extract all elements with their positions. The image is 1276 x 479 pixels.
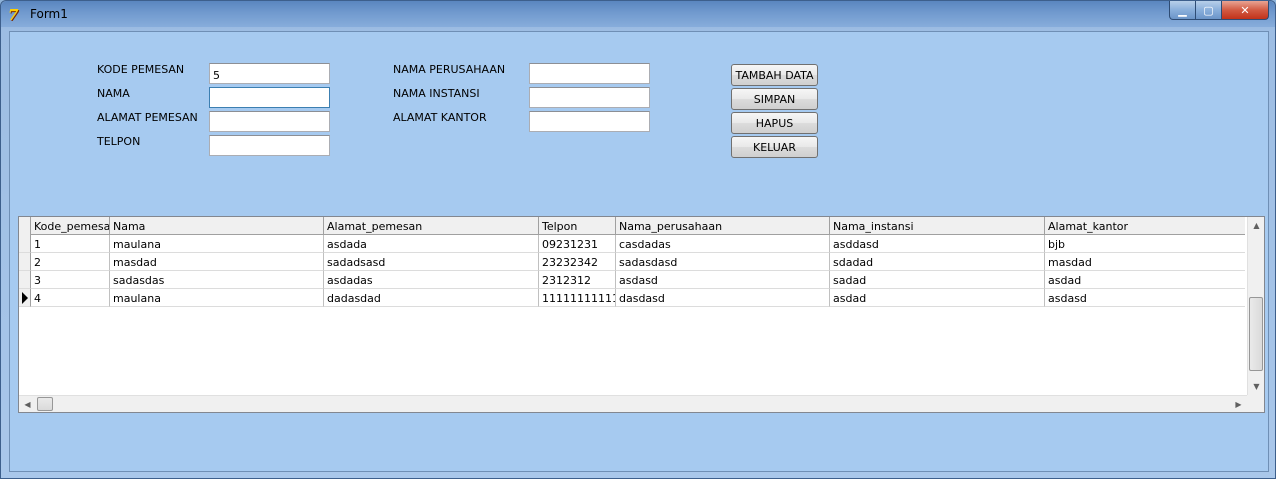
vertical-scroll-thumb[interactable] [1249,297,1263,371]
grid-cell[interactable]: maulana [110,289,324,307]
grid-cell[interactable]: casdadas [616,235,830,253]
maximize-button[interactable]: ▢ [1196,1,1222,20]
table-row-current[interactable]: 4 maulana dadasdad 111111111111 dasdasd … [19,289,1245,307]
row-indicator[interactable] [19,271,31,289]
label-kode-pemesan: KODE PEMESAN [97,63,185,76]
label-telpon: TELPON [97,135,141,148]
grid-cell[interactable]: maulana [110,235,324,253]
nama-instansi-input[interactable] [529,87,650,108]
row-indicator[interactable] [19,253,31,271]
scrollbar-corner [1247,395,1264,412]
form-client-area: KODE PEMESAN NAMA ALAMAT PEMESAN TELPON … [9,31,1269,472]
grid-cell[interactable]: dasdasd [616,289,830,307]
column-header[interactable]: Nama_instansi [830,217,1045,235]
grid-cell[interactable]: asdasd [616,271,830,289]
keluar-button[interactable]: KELUAR [731,136,818,158]
horizontal-scrollbar[interactable]: ◀ ▶ [19,395,1247,412]
tambah-data-button[interactable]: TAMBAH DATA [731,64,818,86]
nama-input[interactable] [209,87,330,108]
column-header[interactable]: Nama_perusahaan [616,217,830,235]
grid-cell[interactable]: asdad [1045,271,1245,289]
grid-cell[interactable]: asdasd [1045,289,1245,307]
scroll-right-icon[interactable]: ▶ [1230,396,1247,412]
grid-cell[interactable]: 23232342 [539,253,616,271]
table-row[interactable]: 3 sadasdas asdadas 2312312 asdasd sadad … [19,271,1245,289]
grid-cell[interactable]: 4 [31,289,110,307]
column-header[interactable]: Alamat_kantor [1045,217,1245,235]
label-nama: NAMA [97,87,130,100]
title-bar[interactable]: 7 Form1 ▁ ▢ ✕ [1,1,1275,27]
hapus-button[interactable]: HAPUS [731,112,818,134]
grid-cell[interactable]: sdadad [830,253,1045,271]
grid-cell[interactable]: asddasd [830,235,1045,253]
grid-cell[interactable]: dadasdad [324,289,539,307]
minimize-icon: ▁ [1178,3,1187,17]
table-row[interactable]: 2 masdad sadadsasd 23232342 sadasdasd sd… [19,253,1245,271]
grid-cell[interactable]: masdad [1045,253,1245,271]
alamat-kantor-input[interactable] [529,111,650,132]
column-header[interactable]: Nama [110,217,324,235]
window-controls: ▁ ▢ ✕ [1169,1,1269,20]
alamat-pemesan-input[interactable] [209,111,330,132]
scroll-down-icon[interactable]: ▼ [1248,378,1264,395]
maximize-icon: ▢ [1203,3,1214,17]
telpon-input[interactable] [209,135,330,156]
label-nama-perusahaan: NAMA PERUSAHAAN [393,63,506,76]
delphi-app-icon: 7 [8,6,19,24]
grid-cell[interactable]: asdada [324,235,539,253]
label-alamat-pemesan: ALAMAT PEMESAN [97,111,198,124]
grid-cell[interactable]: sadasdas [110,271,324,289]
row-indicator[interactable] [19,235,31,253]
simpan-button[interactable]: SIMPAN [731,88,818,110]
grid-cell[interactable]: sadasdasd [616,253,830,271]
window-title: Form1 [30,7,68,21]
current-row-pointer-icon [22,292,28,304]
row-indicator[interactable] [19,289,31,307]
grid-cell[interactable]: asdadas [324,271,539,289]
column-header[interactable]: Alamat_pemesan [324,217,539,235]
grid-cell[interactable]: 09231231 [539,235,616,253]
scroll-left-icon[interactable]: ◀ [19,396,36,412]
grid-cell[interactable]: 111111111111 [539,289,616,307]
grid-header-row: Kode_pemesan Nama Alamat_pemesan Telpon … [19,217,1245,235]
kode-pemesan-input[interactable] [209,63,330,84]
grid-cell[interactable]: 3 [31,271,110,289]
table-row[interactable]: 1 maulana asdada 09231231 casdadas asdda… [19,235,1245,253]
grid-cell[interactable]: bjb [1045,235,1245,253]
grid-cell[interactable]: sadadsasd [324,253,539,271]
column-header[interactable]: Kode_pemesan [31,217,110,235]
grid-cell[interactable]: asdad [830,289,1045,307]
grid-cell[interactable]: 2312312 [539,271,616,289]
data-grid[interactable]: Kode_pemesan Nama Alamat_pemesan Telpon … [18,216,1265,413]
grid-cell[interactable]: 1 [31,235,110,253]
grid-cell[interactable]: masdad [110,253,324,271]
label-alamat-kantor: ALAMAT KANTOR [393,111,487,124]
grid-cell[interactable]: sadad [830,271,1045,289]
label-nama-instansi: NAMA INSTANSI [393,87,480,100]
app-window: 7 Form1 ▁ ▢ ✕ KODE PEMESAN NAMA ALAMAT P… [0,0,1276,479]
vertical-scrollbar[interactable]: ▲ ▼ [1247,217,1264,395]
nama-perusahaan-input[interactable] [529,63,650,84]
column-header[interactable]: Telpon [539,217,616,235]
scroll-up-icon[interactable]: ▲ [1248,217,1264,234]
horizontal-scroll-thumb[interactable] [37,397,53,411]
grid-cell[interactable]: 2 [31,253,110,271]
close-icon: ✕ [1240,3,1250,17]
minimize-button[interactable]: ▁ [1169,1,1196,20]
close-button[interactable]: ✕ [1222,1,1269,20]
row-indicator-header [19,217,31,235]
